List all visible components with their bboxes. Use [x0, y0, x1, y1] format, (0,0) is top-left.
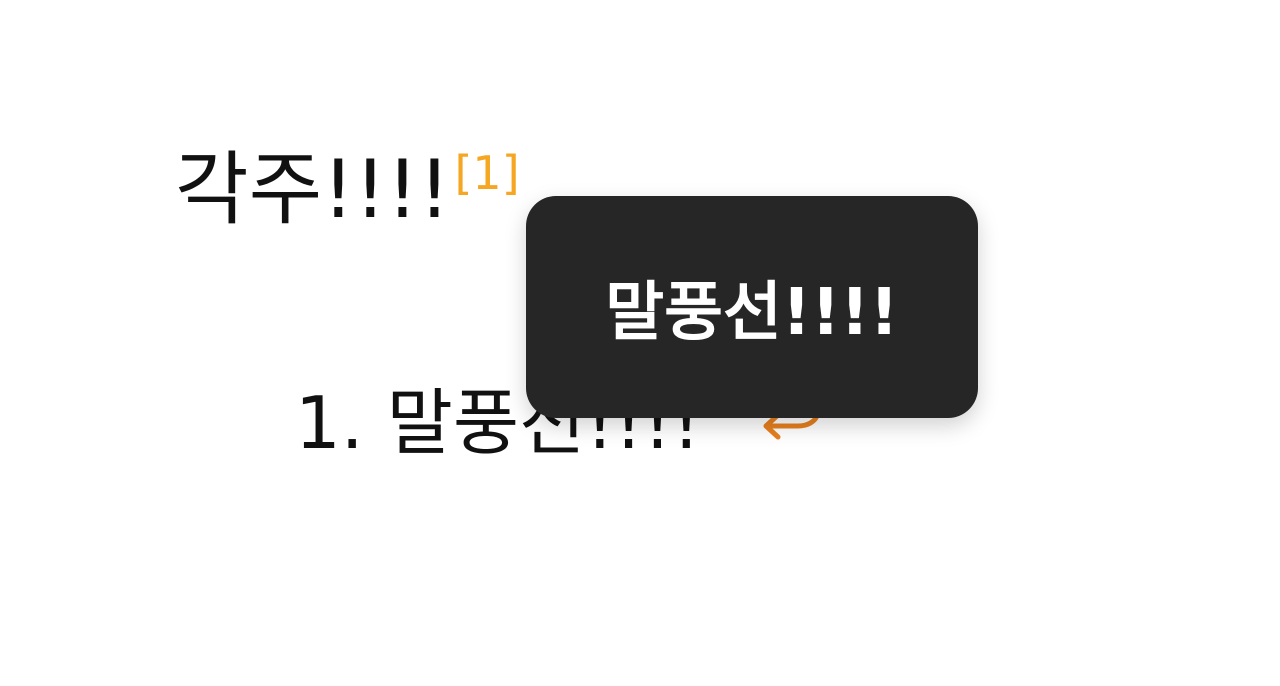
tooltip-text: 말풍선!!!!	[605, 276, 899, 350]
main-paragraph: 각주!!!![1]	[175, 118, 520, 245]
footnote-number: 1.	[295, 381, 364, 465]
footnote-tooltip: 말풍선!!!!	[526, 196, 978, 418]
page: 각주!!!![1] 1. 말풍선!!!! 말풍선!!!!	[0, 0, 1280, 686]
main-text: 각주!!!!	[175, 143, 451, 236]
footnote-ref-link[interactable]: [1]	[454, 146, 519, 200]
